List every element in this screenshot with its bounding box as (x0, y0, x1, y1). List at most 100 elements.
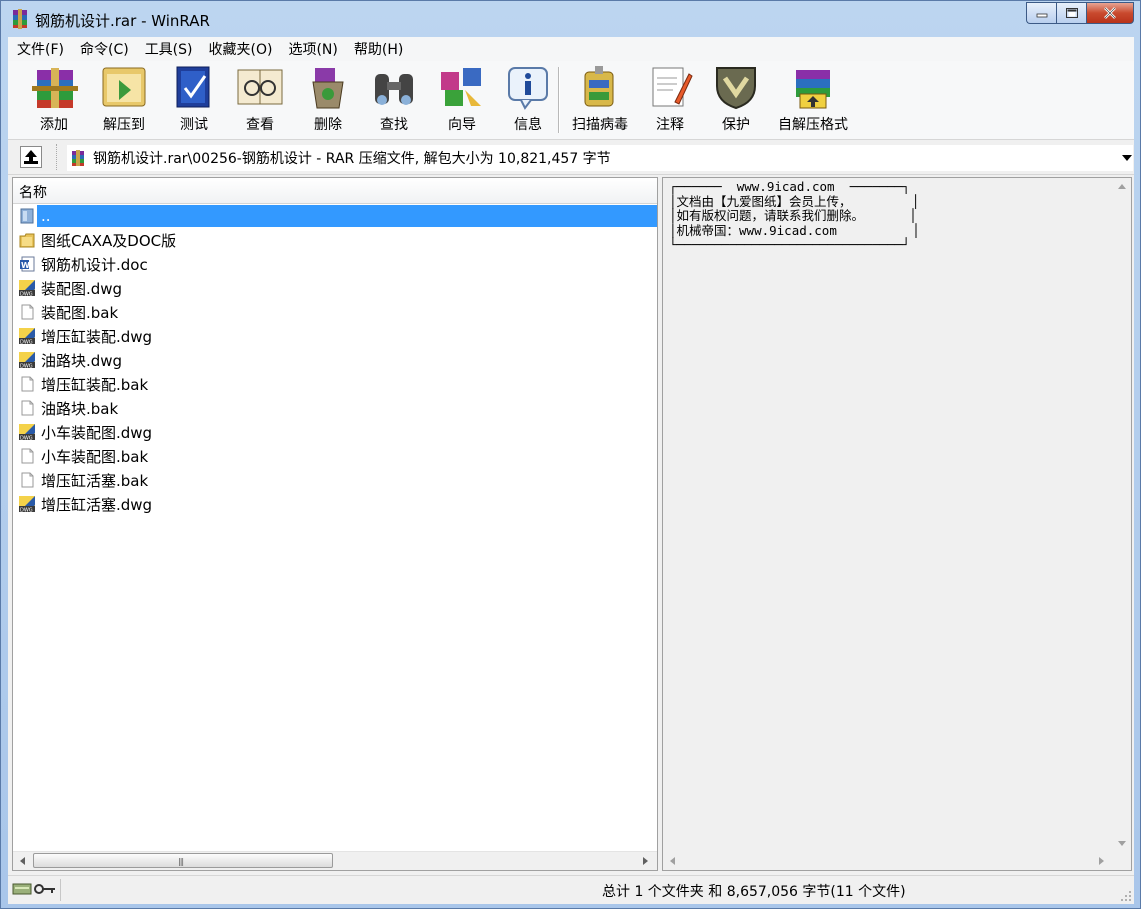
file-row[interactable]: W 钢筋机设计.doc (13, 252, 657, 276)
maximize-icon (1065, 8, 1078, 18)
file-list-pane: 名称 .. 图纸CAXA及DOC版 W 钢筋机设计.doc DWG 装配图.dw… (12, 177, 658, 871)
key-icon[interactable] (34, 882, 56, 896)
file-row-parent[interactable]: .. (13, 204, 657, 228)
word-doc-icon: W (20, 256, 35, 272)
dropdown-arrow-icon[interactable] (1121, 153, 1133, 163)
title-bar[interactable]: 钢筋机设计.rar - WinRAR (1, 1, 1140, 37)
protect-button[interactable]: 保护 (704, 64, 768, 136)
scroll-right-arrow-icon[interactable] (639, 854, 653, 868)
address-path: 钢筋机设计.rar\00256-钢筋机设计 - RAR 压缩文件, 解包大小为 … (93, 151, 611, 167)
column-name-label: 名称 (19, 185, 47, 201)
comment-button[interactable]: 注释 (638, 64, 702, 136)
winrar-window: 钢筋机设计.rar - WinRAR 文件(F) 命令(C) 工具(S) 收藏夹… (0, 0, 1141, 909)
file-row[interactable]: DWG 增压缸装配.dwg (13, 324, 657, 348)
comment-vertical-scrollbar[interactable] (1114, 178, 1131, 854)
add-button[interactable]: 添加 (22, 64, 86, 136)
client-area: 文件(F) 命令(C) 工具(S) 收藏夹(O) 选项(N) 帮助(H) 添加 (8, 37, 1134, 904)
resize-grip-icon[interactable] (1120, 890, 1132, 902)
view-icon (237, 69, 283, 105)
view-button[interactable]: 查看 (228, 64, 292, 136)
column-header-name[interactable]: 名称 (13, 178, 657, 204)
find-button[interactable]: 查找 (362, 64, 426, 136)
menu-options[interactable]: 选项(N) (279, 39, 344, 59)
generic-file-icon (21, 376, 34, 392)
toolbar-separator (558, 67, 560, 133)
scroll-right-arrow-icon[interactable] (1095, 854, 1109, 868)
parent-folder-icon (20, 208, 34, 224)
virus-scan-icon (584, 66, 614, 107)
dwg-file-icon: DWG (19, 328, 35, 344)
sfx-icon (796, 70, 830, 109)
test-icon (176, 66, 210, 108)
virus-scan-button[interactable]: 扫描病毒 (564, 64, 636, 136)
info-button[interactable]: 信息 (496, 64, 560, 136)
svg-text:DWG: DWG (20, 364, 33, 369)
scroll-left-arrow-icon[interactable] (665, 854, 679, 868)
minimize-icon (1036, 13, 1047, 18)
test-button[interactable]: 测试 (162, 64, 226, 136)
file-row[interactable]: 增压缸活塞.bak (13, 468, 657, 492)
window-controls (1026, 2, 1134, 24)
file-row[interactable]: 增压缸装配.bak (13, 372, 657, 396)
address-bar: 钢筋机设计.rar\00256-钢筋机设计 - RAR 压缩文件, 解包大小为 … (8, 140, 1134, 175)
svg-text:DWG: DWG (20, 340, 33, 345)
file-row[interactable]: DWG 油路块.dwg (13, 348, 657, 372)
generic-file-icon (21, 304, 34, 320)
dwg-file-icon: DWG (19, 280, 35, 296)
close-button[interactable] (1086, 2, 1134, 24)
file-row[interactable]: DWG 装配图.dwg (13, 276, 657, 300)
delete-button[interactable]: 删除 (296, 64, 360, 136)
menu-help[interactable]: 帮助(H) (345, 39, 410, 59)
status-icons (12, 882, 56, 896)
sfx-button[interactable]: 自解压格式 (770, 64, 856, 136)
comment-line: ┌────── www.9icad.com ───────┐ (669, 179, 910, 194)
file-row[interactable]: 小车装配图.bak (13, 444, 657, 468)
status-cell (60, 879, 597, 901)
file-row[interactable]: 装配图.bak (13, 300, 657, 324)
generic-file-icon (21, 472, 34, 488)
menu-commands[interactable]: 命令(C) (71, 39, 136, 59)
file-row[interactable]: DWG 增压缸活塞.dwg (13, 492, 657, 516)
menu-tools[interactable]: 工具(S) (136, 39, 200, 59)
up-folder-button[interactable] (20, 146, 42, 168)
scroll-up-arrow-icon[interactable] (1116, 180, 1128, 192)
comment-line: │机械帝国：www.9icad.com │ (669, 222, 920, 238)
menu-favorites[interactable]: 收藏夹(O) (200, 39, 280, 59)
file-row[interactable]: DWG 小车装配图.dwg (13, 420, 657, 444)
address-separator (56, 144, 59, 170)
comment-icon (652, 67, 693, 107)
window-title: 钢筋机设计.rar - WinRAR (35, 12, 210, 30)
drive-icon[interactable] (12, 882, 32, 896)
winrar-app-icon[interactable] (11, 9, 29, 29)
comment-line: │如有版权问题，请联系我们删除。 │ (669, 208, 917, 224)
archive-comment-pane: ┌────── www.9icad.com ───────┐ │文档由【九爱图纸… (662, 177, 1132, 871)
maximize-button[interactable] (1056, 2, 1086, 24)
close-icon (1104, 7, 1116, 19)
file-row-folder[interactable]: 图纸CAXA及DOC版 (13, 228, 657, 252)
wizard-icon (441, 68, 481, 106)
dwg-file-icon: DWG (19, 352, 35, 368)
comment-horizontal-scrollbar[interactable] (663, 852, 1131, 870)
scroll-left-arrow-icon[interactable] (15, 854, 29, 868)
svg-text:DWG: DWG (20, 292, 33, 297)
scrollbar-thumb[interactable]: ||| (33, 853, 333, 868)
file-list-horizontal-scrollbar[interactable]: ||| (13, 851, 657, 870)
address-path-field[interactable]: 钢筋机设计.rar\00256-钢筋机设计 - RAR 压缩文件, 解包大小为 … (66, 144, 1134, 172)
delete-icon (312, 68, 344, 109)
up-arrow-icon (24, 150, 38, 164)
info-icon (508, 67, 548, 110)
file-list: .. 图纸CAXA及DOC版 W 钢筋机设计.doc DWG 装配图.dwg 装… (13, 204, 657, 516)
scrollbar-grip-icon: ||| (178, 857, 184, 866)
file-row[interactable]: 油路块.bak (13, 396, 657, 420)
extract-to-button[interactable]: 解压到 (92, 64, 156, 136)
wizard-button[interactable]: 向导 (430, 64, 494, 136)
comment-line: └──────────────────────────────┘ (669, 237, 910, 253)
dwg-file-icon: DWG (19, 424, 35, 440)
minimize-button[interactable] (1026, 2, 1056, 24)
protect-icon (716, 67, 756, 110)
add-icon (32, 68, 78, 108)
menu-file[interactable]: 文件(F) (8, 39, 71, 59)
comment-line: │文档由【九爱图纸】会员上传， │ (669, 193, 920, 209)
status-bar: 总计 1 个文件夹 和 8,657,056 字节(11 个文件) (8, 875, 1134, 904)
scroll-down-arrow-icon[interactable] (1116, 838, 1128, 850)
